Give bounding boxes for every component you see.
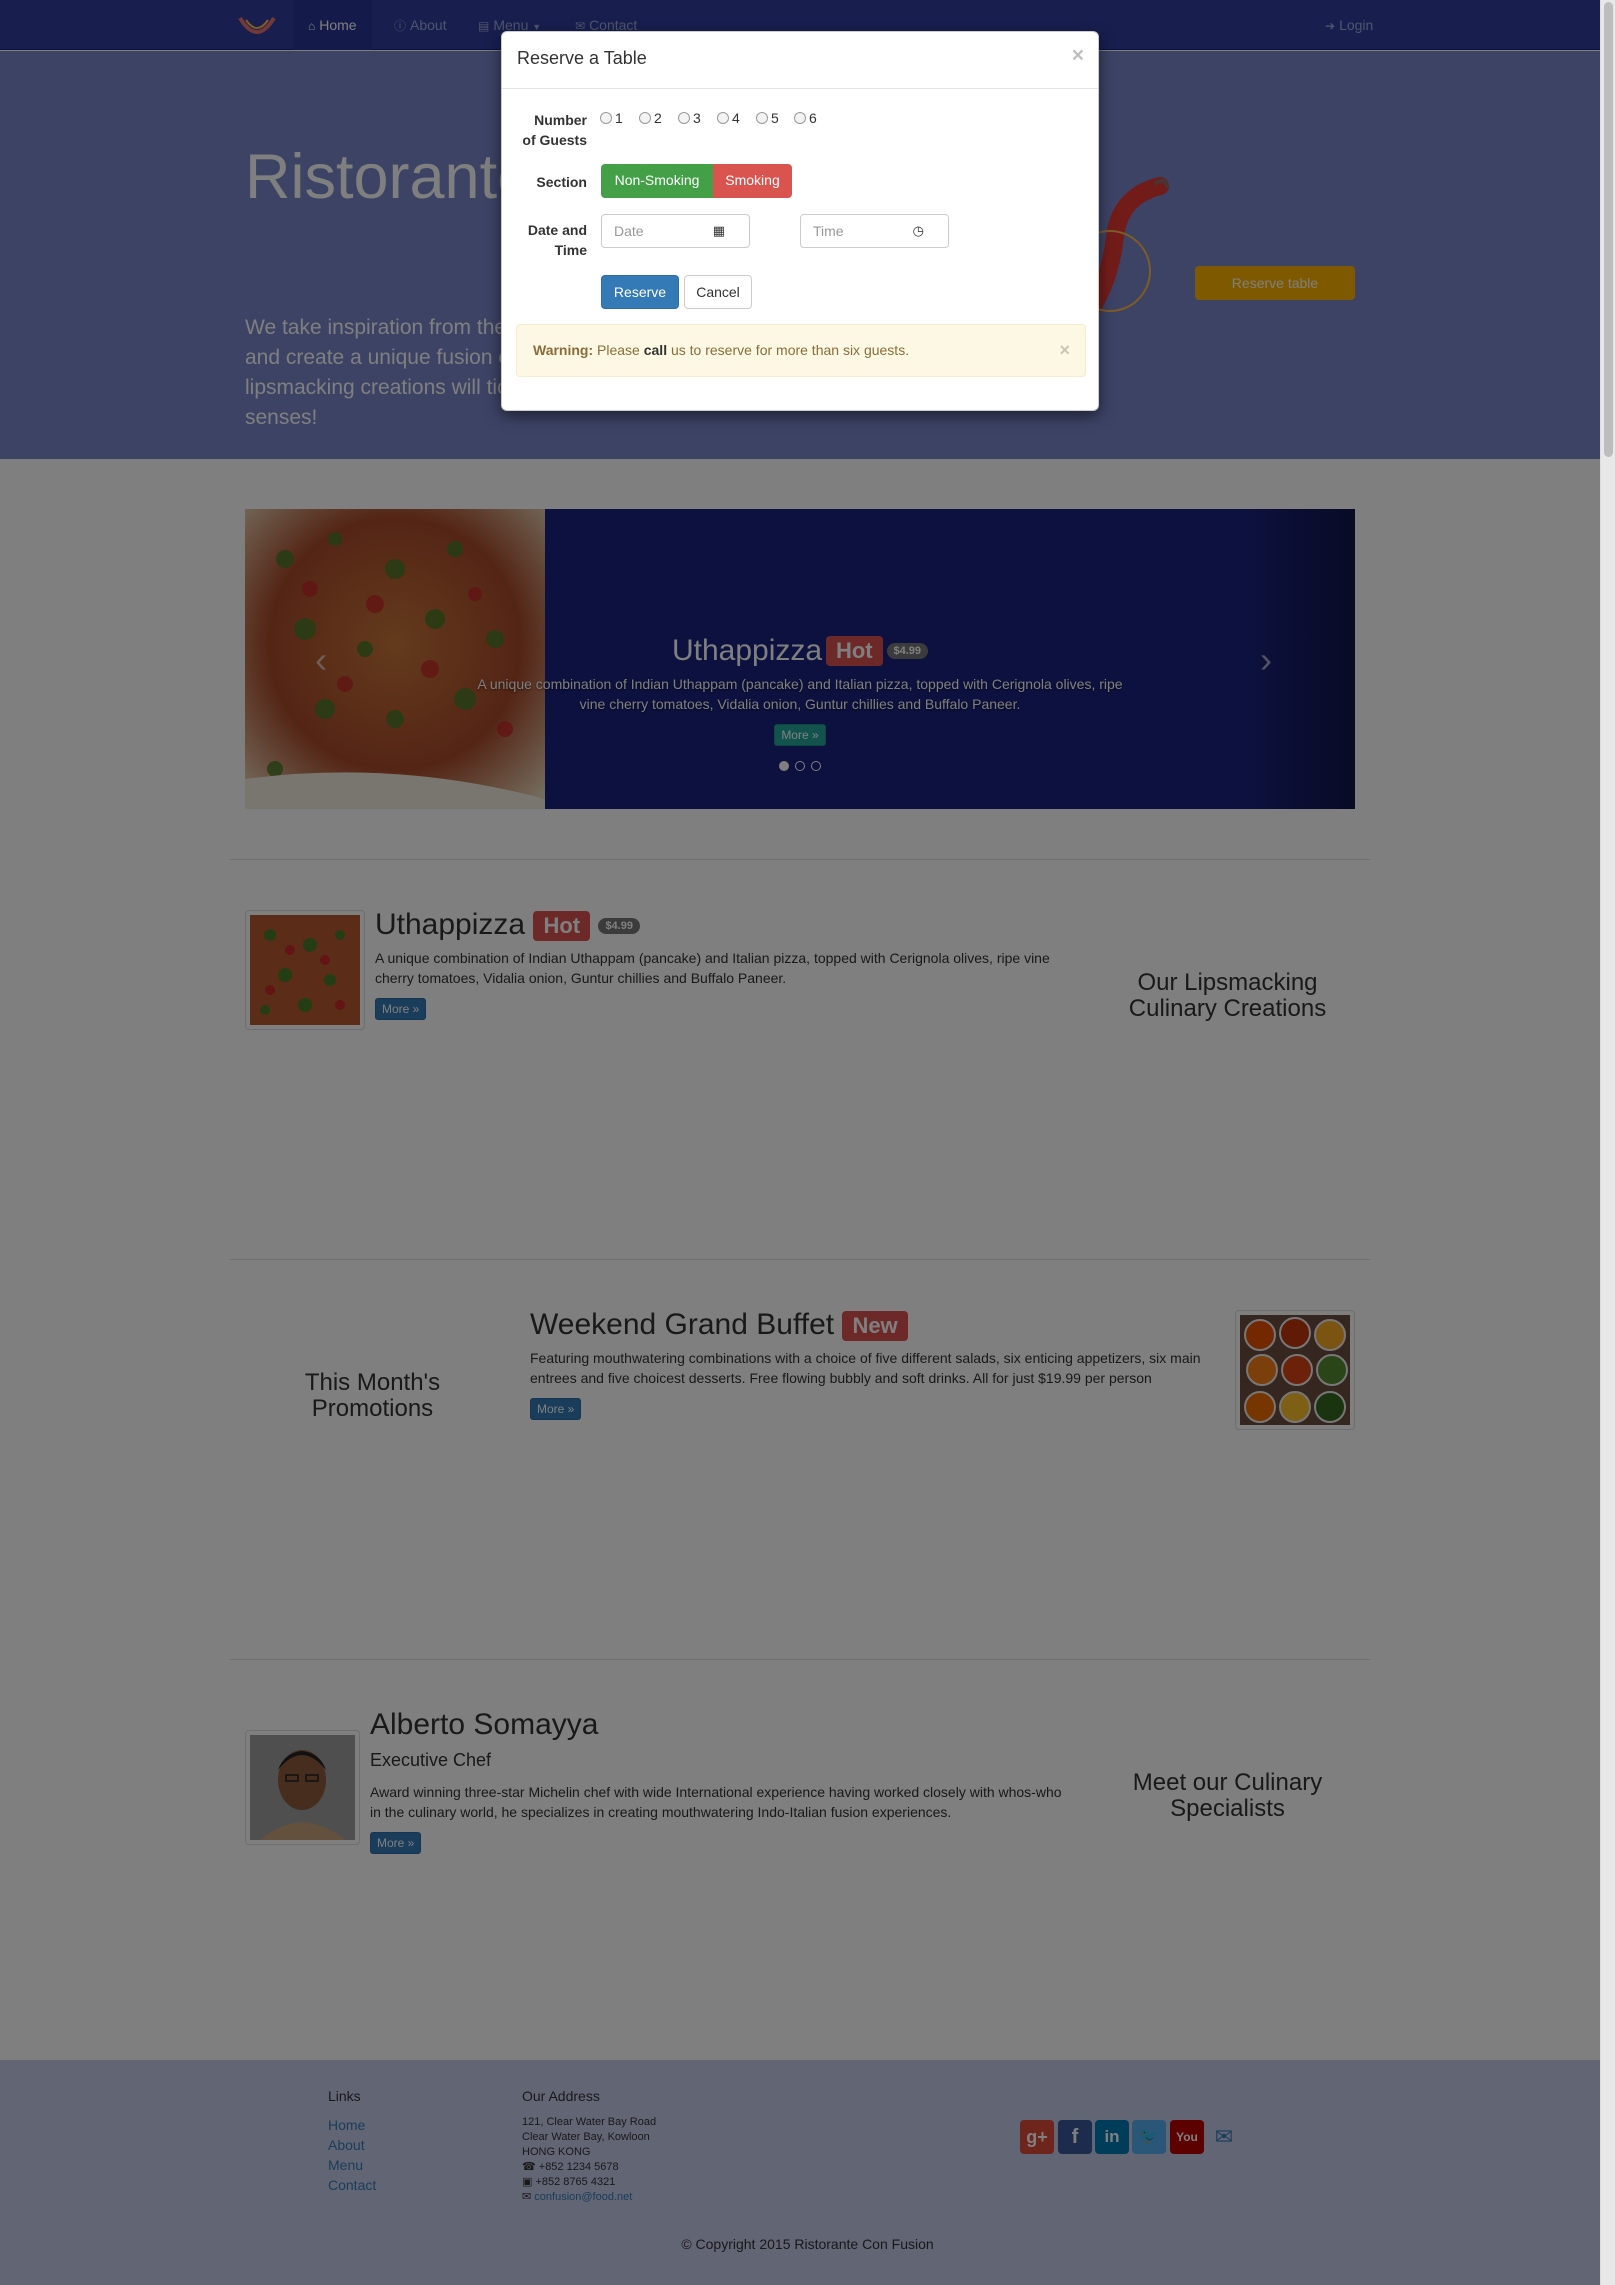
non-smoking-button[interactable]: Non-Smoking	[601, 164, 713, 198]
cancel-button[interactable]: Cancel	[684, 275, 752, 309]
guests-radio-2[interactable]: 2	[639, 110, 662, 126]
time-placeholder: Time	[813, 223, 844, 239]
reserve-modal: Reserve a Table × Number of Guests 1 2 3…	[501, 31, 1099, 411]
guests-radio-1[interactable]: 1	[600, 110, 623, 126]
radio-circle[interactable]	[794, 112, 806, 124]
datetime-label-line2: Time	[554, 242, 587, 258]
guests-option-label: 2	[654, 110, 662, 126]
guests-label-line2: of Guests	[522, 132, 587, 148]
radio-circle[interactable]	[600, 112, 612, 124]
radio-circle[interactable]	[756, 112, 768, 124]
radio-circle[interactable]	[678, 112, 690, 124]
datetime-label-line1: Date and	[527, 222, 587, 238]
scrollbar[interactable]	[1600, 0, 1615, 2285]
guests-radio-4[interactable]: 4	[717, 110, 740, 126]
guests-radio-5[interactable]: 5	[756, 110, 779, 126]
date-input[interactable]: Date ▦	[601, 214, 750, 248]
close-icon[interactable]: ×	[1072, 44, 1084, 68]
alert-close-icon[interactable]: ×	[1059, 325, 1070, 376]
smoking-button[interactable]: Smoking	[713, 164, 792, 198]
radio-circle[interactable]	[717, 112, 729, 124]
guests-option-label: 5	[771, 110, 779, 126]
calendar-icon: ▦	[712, 223, 725, 238]
warning-text-post: us to reserve for more than six guests.	[670, 342, 910, 358]
modal-title: Reserve a Table	[517, 48, 647, 68]
guests-radio-3[interactable]: 3	[678, 110, 701, 126]
section-label: Section	[536, 174, 587, 190]
guests-label-line1: Number	[534, 112, 587, 128]
guests-option-label: 4	[732, 110, 740, 126]
warning-alert: Warning: Please call us to reserve for m…	[516, 324, 1086, 377]
clock-icon: ◷	[912, 223, 924, 238]
guests-option-label: 3	[693, 110, 701, 126]
warning-call: call	[643, 342, 668, 358]
radio-circle[interactable]	[639, 112, 651, 124]
guests-option-label: 1	[615, 110, 623, 126]
warning-text-pre: Please	[597, 342, 640, 358]
scrollbar-thumb[interactable]	[1604, 2, 1613, 457]
modal-header: Reserve a Table ×	[502, 32, 1098, 89]
time-input[interactable]: Time ◷	[800, 214, 949, 248]
warning-strong: Warning:	[533, 342, 594, 358]
date-placeholder: Date	[614, 223, 644, 239]
reserve-button[interactable]: Reserve	[601, 275, 679, 309]
datetime-label: Date and Time	[502, 220, 587, 260]
guests-label: Number of Guests	[502, 110, 587, 150]
guests-option-label: 6	[809, 110, 817, 126]
guests-radio-6[interactable]: 6	[794, 110, 817, 126]
